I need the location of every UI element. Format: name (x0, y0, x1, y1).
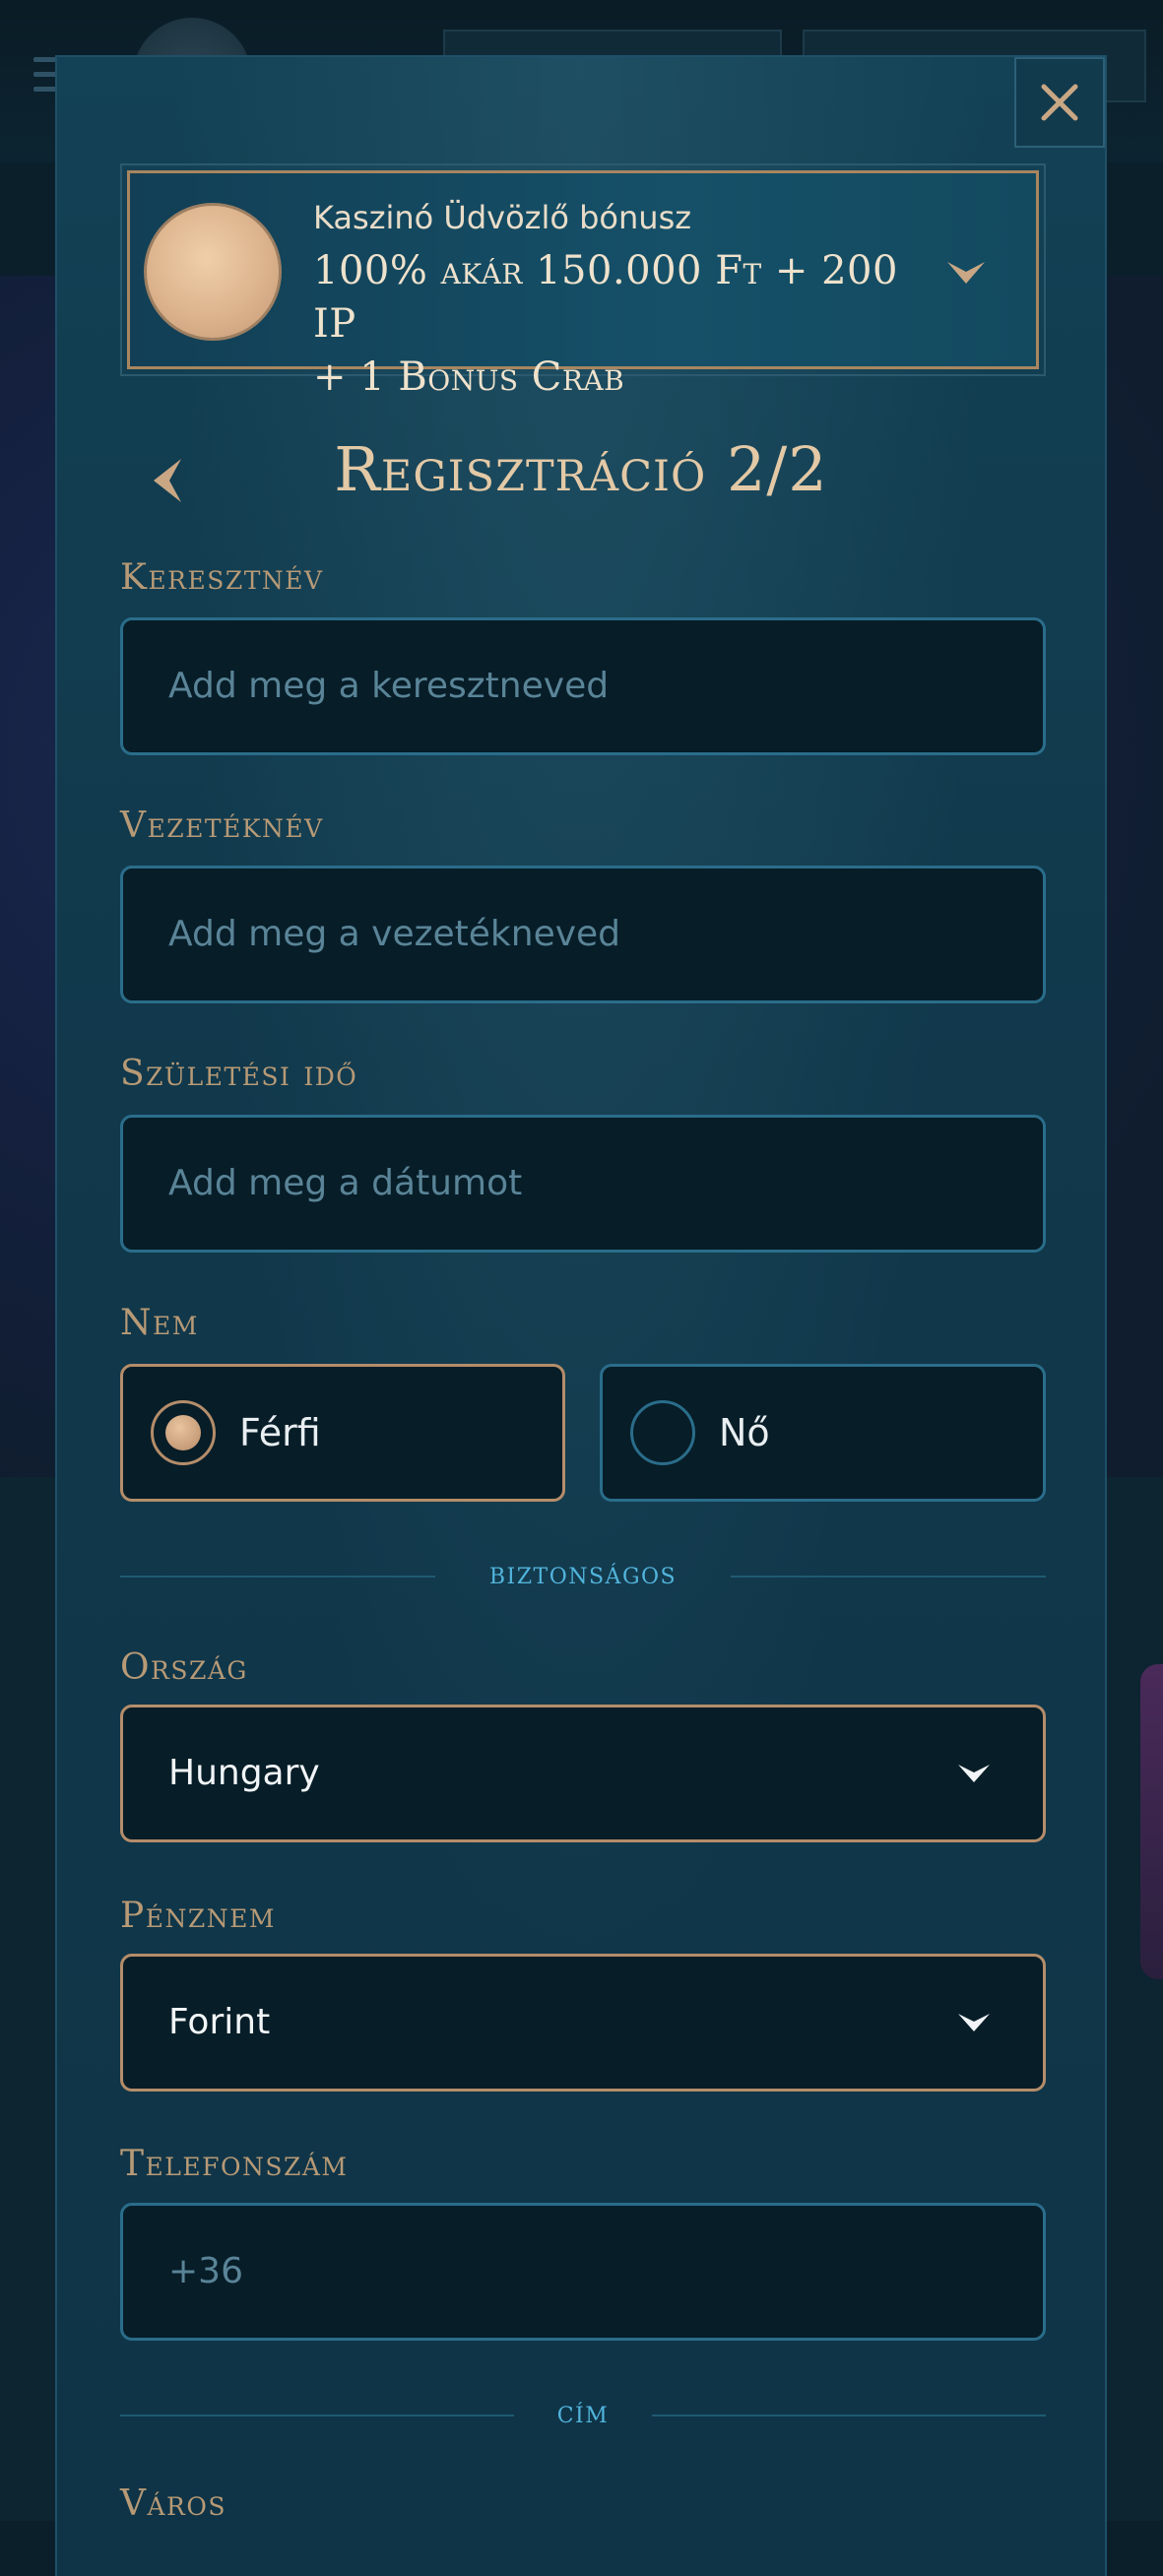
background-decoration (1140, 1664, 1163, 1979)
first-name-label: Keresztnév (120, 557, 324, 598)
divider-line (120, 1576, 435, 1578)
gender-option-male[interactable]: Férfi (120, 1364, 565, 1502)
currency-value: Forint (168, 2002, 271, 2042)
gender-option-label: Nő (719, 1411, 770, 1454)
chevron-down-icon (958, 1765, 990, 1782)
gender-label: Nem (120, 1303, 199, 1343)
phone-label: Telefonszám (120, 2144, 349, 2184)
close-icon (1041, 84, 1078, 121)
currency-label: Pénznem (120, 1896, 276, 1936)
bonus-medal-icon (144, 203, 282, 341)
country-value: Hungary (168, 1753, 320, 1793)
first-name-field[interactable]: Add meg a keresztneved (120, 617, 1046, 755)
bonus-title: Kaszinó Üdvözlő bónusz (313, 199, 692, 236)
bonus-offer-line1: 100% akár 150.000 Ft + 200 IP (313, 248, 898, 347)
birth-date-label: Születési idő (120, 1054, 358, 1094)
radio-selected-dot (165, 1415, 201, 1450)
birth-date-placeholder: Add meg a dátumot (168, 1163, 523, 1203)
chevron-down-icon (958, 2014, 990, 2031)
section-address-heading: cím (556, 2393, 610, 2430)
phone-field[interactable]: +36 (120, 2203, 1046, 2341)
gender-option-female[interactable]: Nő (600, 1364, 1046, 1502)
chevron-down-icon[interactable] (943, 252, 989, 291)
section-secure-heading: biztonságos (488, 1554, 678, 1591)
close-button[interactable] (1014, 57, 1105, 148)
city-label: Város (120, 2483, 226, 2524)
currency-select[interactable]: Forint (120, 1954, 1046, 2092)
bonus-offer-line2: + 1 Bonus Crab (313, 354, 625, 400)
country-label: Ország (120, 1647, 248, 1688)
page-title: Regisztráció 2/2 (334, 433, 828, 505)
last-name-label: Vezetéknév (120, 805, 324, 846)
country-select[interactable]: Hungary (120, 1705, 1046, 1842)
first-name-placeholder: Add meg a keresztneved (168, 666, 610, 706)
radio-button[interactable] (151, 1400, 216, 1465)
radio-button[interactable] (630, 1400, 695, 1465)
birth-date-field[interactable]: Add meg a dátumot (120, 1115, 1046, 1253)
bonus-banner[interactable]: Kaszinó Üdvözlő bónusz 100% akár 150.000… (120, 163, 1046, 400)
last-name-placeholder: Add meg a vezetékneved (168, 914, 621, 954)
last-name-field[interactable]: Add meg a vezetékneved (120, 866, 1046, 1003)
gender-option-label: Férfi (239, 1411, 321, 1454)
phone-placeholder: +36 (168, 2251, 243, 2291)
bonus-offer: 100% akár 150.000 Ft + 200 IP + 1 Bonus … (313, 244, 943, 404)
divider-line (652, 2415, 1046, 2416)
divider-line (731, 1576, 1046, 1578)
